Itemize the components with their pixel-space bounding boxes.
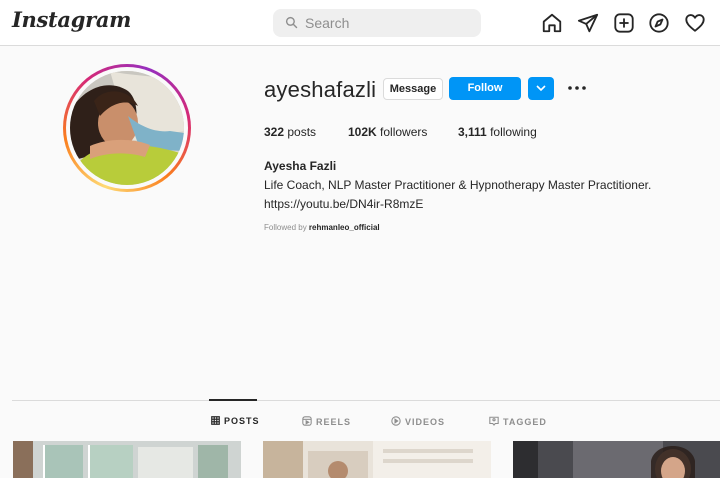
tab-posts-label: POSTS — [224, 416, 260, 426]
avatar-story-ring[interactable] — [63, 64, 191, 192]
tagged-icon — [489, 416, 499, 426]
avatar — [70, 71, 184, 185]
profile-link[interactable]: https://youtu.be/DN4ir-R8mzE — [264, 197, 423, 211]
post-thumbnail[interactable] — [513, 441, 720, 478]
message-button[interactable]: Message — [383, 78, 443, 100]
tab-tagged-label: TAGGED — [503, 417, 547, 427]
home-icon[interactable] — [541, 12, 563, 34]
post-thumbnail[interactable] — [263, 441, 491, 478]
more-options-icon[interactable] — [567, 80, 587, 96]
search-box[interactable] — [273, 9, 481, 37]
search-input[interactable] — [305, 9, 473, 37]
profile-bio: Life Coach, NLP Master Practitioner & Hy… — [264, 178, 652, 192]
tab-reels[interactable]: REELS — [302, 416, 351, 428]
direct-icon[interactable] — [577, 12, 599, 34]
posts-label: posts — [287, 125, 317, 139]
tab-videos-label: VIDEOS — [405, 417, 446, 427]
following-label: following — [490, 125, 537, 139]
active-tab-indicator — [209, 399, 257, 401]
grid-icon — [211, 416, 220, 425]
follow-button[interactable]: Follow — [449, 77, 521, 100]
followed-by-user[interactable]: rehmanleo_official — [309, 223, 380, 232]
reels-icon — [302, 416, 312, 426]
posts-count: 322 — [264, 125, 285, 139]
tab-reels-label: REELS — [316, 417, 352, 427]
following-stat[interactable]: 3,111 following — [458, 125, 537, 139]
followers-label: followers — [380, 125, 428, 139]
activity-icon[interactable] — [684, 12, 706, 34]
search-icon — [285, 16, 298, 29]
new-post-icon[interactable] — [613, 12, 635, 34]
followed-by-text: Followed by rehmanleo_official — [264, 223, 380, 232]
explore-icon[interactable] — [648, 12, 670, 34]
followed-by-prefix: Followed by — [264, 223, 307, 232]
following-count: 3,111 — [458, 125, 487, 139]
tab-tagged[interactable]: TAGGED — [489, 416, 547, 428]
followers-count: 102K — [348, 125, 377, 139]
avatar-border — [66, 67, 188, 189]
profile-full-name: Ayesha Fazli — [264, 159, 337, 173]
profile-username: ayeshafazli — [264, 77, 377, 102]
followers-stat[interactable]: 102K followers — [348, 125, 427, 139]
instagram-logo[interactable]: Instagram — [12, 7, 131, 32]
video-icon — [391, 416, 401, 426]
top-navigation-bar: Instagram — [0, 0, 720, 46]
post-thumbnail[interactable] — [13, 441, 241, 478]
tabs-divider — [12, 400, 720, 401]
chevron-down-icon — [536, 85, 546, 92]
suggested-accounts-button[interactable] — [528, 77, 554, 100]
tab-posts[interactable]: POSTS — [211, 416, 260, 428]
posts-count-stat: 322 posts — [264, 125, 316, 139]
tab-videos[interactable]: VIDEOS — [391, 416, 445, 428]
